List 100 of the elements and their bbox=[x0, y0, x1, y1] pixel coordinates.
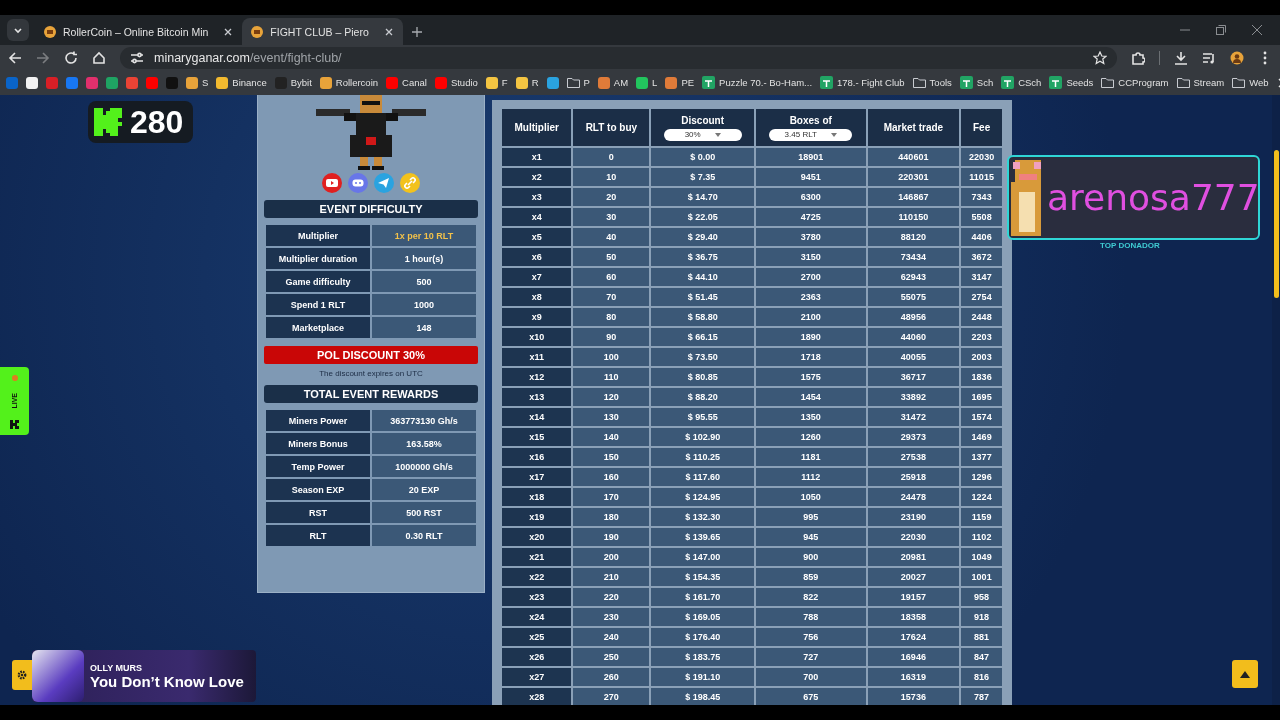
table-cell: x28 bbox=[502, 688, 572, 705]
table-cell: 110150 bbox=[867, 208, 960, 226]
site-settings-icon[interactable] bbox=[130, 50, 144, 65]
video-play-icon[interactable] bbox=[322, 173, 342, 193]
new-tab-button[interactable] bbox=[410, 26, 423, 38]
table-cell: 90 bbox=[573, 328, 650, 346]
table-cell: 15736 bbox=[867, 688, 960, 705]
profile-button[interactable] bbox=[1230, 50, 1244, 65]
table-cell: x27 bbox=[502, 668, 572, 686]
reload-button[interactable] bbox=[64, 50, 78, 65]
table-cell: 18901 bbox=[756, 148, 866, 166]
table-cell: x21 bbox=[502, 548, 572, 566]
table-cell: 3150 bbox=[756, 248, 866, 266]
table-cell: 31472 bbox=[867, 408, 960, 426]
sheet-icon bbox=[1001, 76, 1015, 89]
chat-icon[interactable] bbox=[348, 173, 368, 193]
tab-search-button[interactable] bbox=[7, 19, 29, 41]
bookmark-link[interactable]: Tools bbox=[912, 77, 952, 88]
site-icon bbox=[274, 76, 287, 89]
bookmark-link[interactable]: R bbox=[515, 76, 539, 89]
bookmark-link[interactable]: Bybit bbox=[274, 76, 312, 89]
bookmark-link[interactable]: Web bbox=[1232, 77, 1269, 88]
table-cell: 240 bbox=[573, 628, 650, 646]
paper-plane-icon[interactable] bbox=[374, 173, 394, 193]
favicon-icon bbox=[43, 24, 57, 39]
table-cell: 22030 bbox=[961, 148, 1002, 166]
donor-name: arenosa777 bbox=[1047, 177, 1260, 218]
table-cell: x24 bbox=[502, 608, 572, 626]
table-cell: 1836 bbox=[961, 368, 1002, 386]
table-cell: $ 36.75 bbox=[651, 248, 755, 266]
site-icon bbox=[86, 76, 98, 89]
close-icon[interactable] bbox=[1252, 25, 1262, 35]
bookmark-link[interactable]: AM bbox=[597, 76, 629, 89]
extensions-button[interactable] bbox=[1131, 50, 1145, 65]
column-header: Multiplier bbox=[502, 109, 572, 146]
link-icon[interactable] bbox=[400, 173, 420, 193]
table-cell: x17 bbox=[502, 468, 572, 486]
table-cell: 1574 bbox=[961, 408, 1002, 426]
row-label: Temp Power bbox=[266, 456, 370, 477]
table-cell: 4725 bbox=[756, 208, 866, 226]
media-controls-button[interactable] bbox=[1202, 50, 1216, 65]
bookmark-link[interactable]: Seeds bbox=[1049, 76, 1094, 89]
bookmark-link[interactable]: CCProgram bbox=[1101, 77, 1169, 88]
bookmark-link[interactable]: F bbox=[485, 76, 508, 89]
bookmark-link[interactable]: CSch bbox=[1001, 76, 1042, 89]
dropdown[interactable]: 30% bbox=[663, 128, 742, 141]
home-button[interactable] bbox=[92, 50, 106, 65]
restore-icon[interactable] bbox=[1216, 25, 1226, 35]
table-cell: 1181 bbox=[756, 448, 866, 466]
address-bar[interactable]: minaryganar.com/event/fight-club/ bbox=[120, 46, 1117, 69]
table-cell: 70 bbox=[573, 288, 650, 306]
table-cell: 30 bbox=[573, 208, 650, 226]
site-icon bbox=[546, 76, 559, 89]
table-cell: x26 bbox=[502, 648, 572, 666]
downloads-button[interactable] bbox=[1174, 50, 1188, 65]
bookmark-link[interactable]: Studio bbox=[434, 76, 478, 89]
avatar-icon bbox=[1230, 50, 1244, 65]
k-logo-icon bbox=[94, 108, 122, 136]
table-cell: 881 bbox=[961, 628, 1002, 646]
site-icon bbox=[46, 76, 58, 89]
table-cell: x19 bbox=[502, 508, 572, 526]
artist-name: OLLY MURS bbox=[90, 662, 143, 673]
scrollbar-thumb[interactable] bbox=[1274, 150, 1279, 298]
table-cell: 19157 bbox=[867, 588, 960, 606]
bookmark-star-button[interactable] bbox=[1093, 50, 1107, 65]
table-cell: 1001 bbox=[961, 568, 1002, 586]
row-label: Miners Power bbox=[266, 410, 370, 431]
table-cell: 20981 bbox=[867, 548, 960, 566]
bookmark-link[interactable]: P bbox=[566, 77, 590, 88]
bookmark-link[interactable]: S bbox=[186, 76, 209, 89]
table-cell: 20 bbox=[573, 188, 650, 206]
row-label: Multiplier bbox=[266, 225, 370, 246]
table-cell: 2363 bbox=[756, 288, 866, 306]
browser-tab[interactable]: RollerCoin – Online Bitcoin Min bbox=[35, 18, 243, 45]
discount-banner: POL DISCOUNT 30% bbox=[264, 346, 478, 364]
bookmark-link[interactable]: 178.- Fight Club bbox=[820, 76, 905, 89]
bookmark-link[interactable] bbox=[26, 76, 38, 89]
back-button[interactable] bbox=[8, 50, 22, 65]
site-icon bbox=[636, 76, 649, 89]
bookmark-link[interactable]: Canal bbox=[386, 76, 427, 89]
site-icon bbox=[166, 76, 178, 89]
table-cell: x25 bbox=[502, 628, 572, 646]
bookmark-link[interactable]: L bbox=[636, 76, 658, 89]
site-icon bbox=[6, 76, 18, 89]
dropdown[interactable]: 3.45 RLT bbox=[769, 128, 853, 141]
site-icon bbox=[386, 76, 399, 89]
table-cell: $ 102.90 bbox=[651, 428, 755, 446]
bookmark-link[interactable]: Binance bbox=[216, 76, 267, 89]
triangle-up-icon bbox=[1240, 670, 1250, 678]
bookmark-link[interactable]: Stream bbox=[1176, 77, 1225, 88]
scroll-top-button[interactable] bbox=[1232, 660, 1258, 688]
bookmark-link[interactable]: PE bbox=[665, 76, 695, 89]
browser-tab[interactable]: FIGHT CLUB – Piero bbox=[242, 18, 403, 45]
bookmark-link[interactable]: Puzzle 70.- Bo-Ham... bbox=[702, 76, 812, 89]
bookmark-link[interactable]: Rollercoin bbox=[319, 76, 379, 89]
table-cell: 3780 bbox=[756, 228, 866, 246]
bookmark-link[interactable]: Sch bbox=[959, 76, 994, 89]
site-icon bbox=[216, 76, 229, 89]
table-cell: 27538 bbox=[867, 448, 960, 466]
row-value: 1x per 10 RLT bbox=[372, 225, 476, 246]
